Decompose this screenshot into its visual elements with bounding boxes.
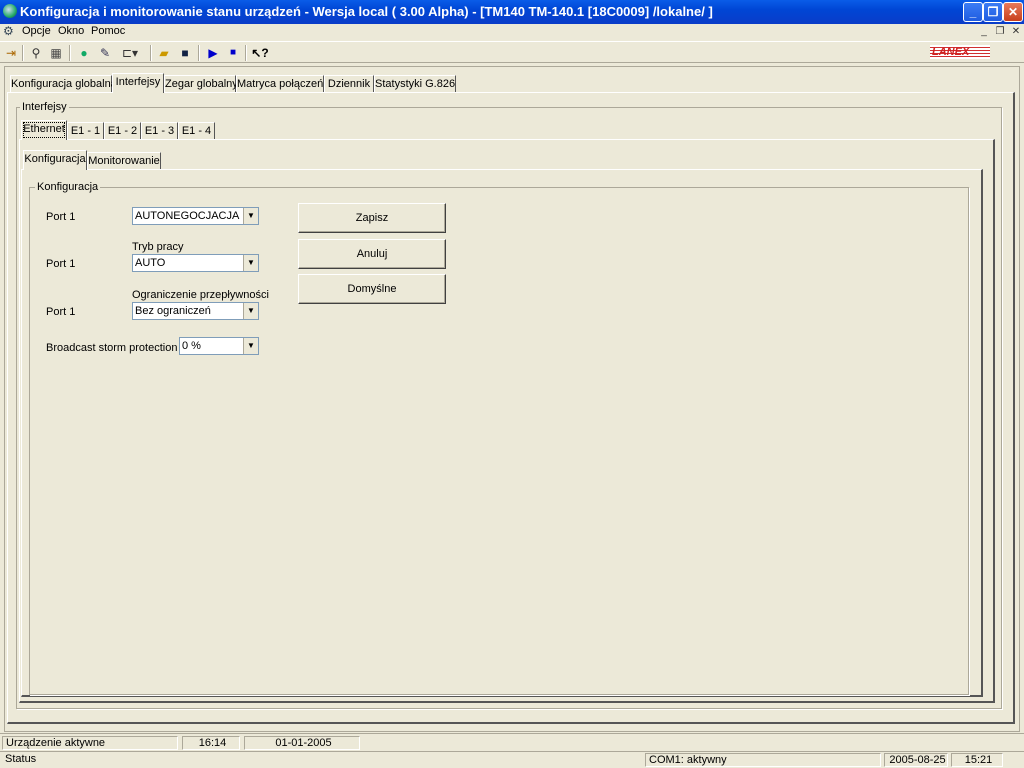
dropdown-tool-icon[interactable]: ⊏▾ xyxy=(116,44,144,62)
system-date: 2005-08-25 xyxy=(884,753,948,767)
ethernet-panel: Konfiguracja Monitorowanie Konfiguracja … xyxy=(19,139,995,703)
edit-icon[interactable]: ✎ xyxy=(96,44,114,62)
menu-bar: ⚙ Opcje Okno Pomoc _ ❐ ✕ xyxy=(0,24,1024,40)
window-title: Konfiguracja i monitorowanie stanu urząd… xyxy=(20,4,713,19)
ograniczenie-select[interactable]: Bez ograniczeń ▼ xyxy=(132,302,259,320)
port1-mode-select[interactable]: AUTONEGOCJACJA ▼ xyxy=(132,207,259,225)
restore-button[interactable]: ❐ xyxy=(983,2,1003,22)
konfiguracja-group-title: Konfiguracja xyxy=(35,181,101,193)
calculator-icon[interactable]: ▦ xyxy=(47,44,65,62)
port1-tryb-label: Port 1 xyxy=(46,258,76,270)
save-icon[interactable]: ■ xyxy=(176,44,194,62)
interfejsy-group-title: Interfejsy xyxy=(20,101,69,113)
toolbar-separator xyxy=(245,45,247,61)
port1-mode-value: AUTONEGOCJACJA xyxy=(135,210,240,222)
interfejsy-panel: Interfejsy Ethernet E1 - 1 E1 - 2 E1 - 3… xyxy=(7,92,1015,724)
child-window: Konfiguracja globalna Interfejsy Zegar g… xyxy=(4,66,1020,732)
interfejsy-group: Interfejsy Ethernet E1 - 1 E1 - 2 E1 - 3… xyxy=(16,101,1002,709)
toolbar: ⇥ ⚲ ▦ ● ✎ ⊏▾ ▰ ■ ▶ ■ ↖? xyxy=(0,41,1024,63)
tab-e1-4[interactable]: E1 - 4 xyxy=(178,122,215,140)
konfiguracja-panel: Konfiguracja Port 1 AUTONEGOCJACJA ▼ Try… xyxy=(21,169,983,697)
child-status-bar: Urządzenie aktywne 16:14 01-01-2005 xyxy=(0,733,1024,751)
minimize-button[interactable]: _ xyxy=(963,2,983,22)
close-button[interactable]: ✕ xyxy=(1003,2,1023,22)
stop-icon[interactable]: ■ xyxy=(224,44,242,62)
com-port-status: COM1: aktywny xyxy=(645,753,881,767)
cancel-button[interactable]: Anuluj xyxy=(298,239,446,269)
tab-konfiguracja[interactable]: Konfiguracja xyxy=(23,150,87,170)
status-label: Status xyxy=(5,753,37,765)
tab-konfiguracja-globalna[interactable]: Konfiguracja globalna xyxy=(10,75,117,93)
main-status-bar: Status COM1: aktywny 2005-08-25 15:21 xyxy=(0,751,1024,768)
port1-label: Port 1 xyxy=(46,211,76,223)
save-button[interactable]: Zapisz xyxy=(298,203,446,233)
menu-okno[interactable]: Okno xyxy=(58,25,84,37)
menu-pomoc[interactable]: Pomoc xyxy=(91,25,125,37)
tab-dziennik[interactable]: Dziennik xyxy=(324,75,374,93)
broadcast-value: 0 % xyxy=(182,340,201,352)
tab-zegar-globalny[interactable]: Zegar globalny xyxy=(164,75,238,93)
app-icon[interactable] xyxy=(3,4,17,18)
chevron-down-icon[interactable]: ▼ xyxy=(243,303,258,319)
tab-statystyki-g826[interactable]: Statystyki G.826 xyxy=(374,75,456,93)
toolbar-separator xyxy=(22,45,24,61)
tryb-pracy-select[interactable]: AUTO ▼ xyxy=(132,254,259,272)
konfiguracja-group: Konfiguracja Port 1 AUTONEGOCJACJA ▼ Try… xyxy=(29,181,969,695)
mdi-child-icon[interactable]: ⚙ xyxy=(3,24,14,38)
device-state: Urządzenie aktywne xyxy=(2,736,178,750)
open-folder-icon[interactable]: ▰ xyxy=(155,44,173,62)
exit-icon[interactable]: ⇥ xyxy=(2,44,20,62)
lanex-logo: LANEX xyxy=(930,45,990,59)
menu-opcje[interactable]: Opcje xyxy=(22,25,51,37)
mdi-restore-button[interactable]: ❐ xyxy=(993,26,1007,38)
help-icon[interactable]: ↖? xyxy=(251,44,269,62)
tab-monitorowanie[interactable]: Monitorowanie xyxy=(87,152,161,170)
globe-icon[interactable]: ● xyxy=(75,44,93,62)
ograniczenie-label: Ograniczenie przepływności xyxy=(132,289,269,301)
tab-matryca-polaczen[interactable]: Matryca połączeń xyxy=(236,75,324,93)
toolbar-separator xyxy=(150,45,152,61)
tab-e1-2[interactable]: E1 - 2 xyxy=(104,122,141,140)
title-bar[interactable]: Konfiguracja i monitorowanie stanu urząd… xyxy=(0,0,1024,24)
chevron-down-icon[interactable]: ▼ xyxy=(243,338,258,354)
tryb-pracy-value: AUTO xyxy=(135,257,166,269)
device-date: 01-01-2005 xyxy=(244,736,360,750)
tab-e1-1[interactable]: E1 - 1 xyxy=(67,122,104,140)
broadcast-label: Broadcast storm protection xyxy=(46,342,178,354)
tab-ethernet[interactable]: Ethernet xyxy=(21,120,67,140)
chevron-down-icon[interactable]: ▼ xyxy=(243,208,258,224)
broadcast-select[interactable]: 0 % ▼ xyxy=(179,337,259,355)
chevron-down-icon[interactable]: ▼ xyxy=(243,255,258,271)
toolbar-separator xyxy=(198,45,200,61)
tryb-pracy-label: Tryb pracy xyxy=(132,241,184,253)
tab-interfejsy[interactable]: Interfejsy xyxy=(112,73,164,93)
default-button[interactable]: Domyślne xyxy=(298,274,446,304)
system-time: 15:21 xyxy=(951,753,1003,767)
port1-ograniczenie-label: Port 1 xyxy=(46,306,76,318)
device-time: 16:14 xyxy=(182,736,240,750)
toolbar-separator xyxy=(69,45,71,61)
mdi-minimize-button[interactable]: _ xyxy=(977,26,991,38)
play-icon[interactable]: ▶ xyxy=(204,44,222,62)
tab-e1-3[interactable]: E1 - 3 xyxy=(141,122,178,140)
search-icon[interactable]: ⚲ xyxy=(27,44,45,62)
ograniczenie-value: Bez ograniczeń xyxy=(135,305,211,317)
mdi-close-button[interactable]: ✕ xyxy=(1009,26,1023,38)
